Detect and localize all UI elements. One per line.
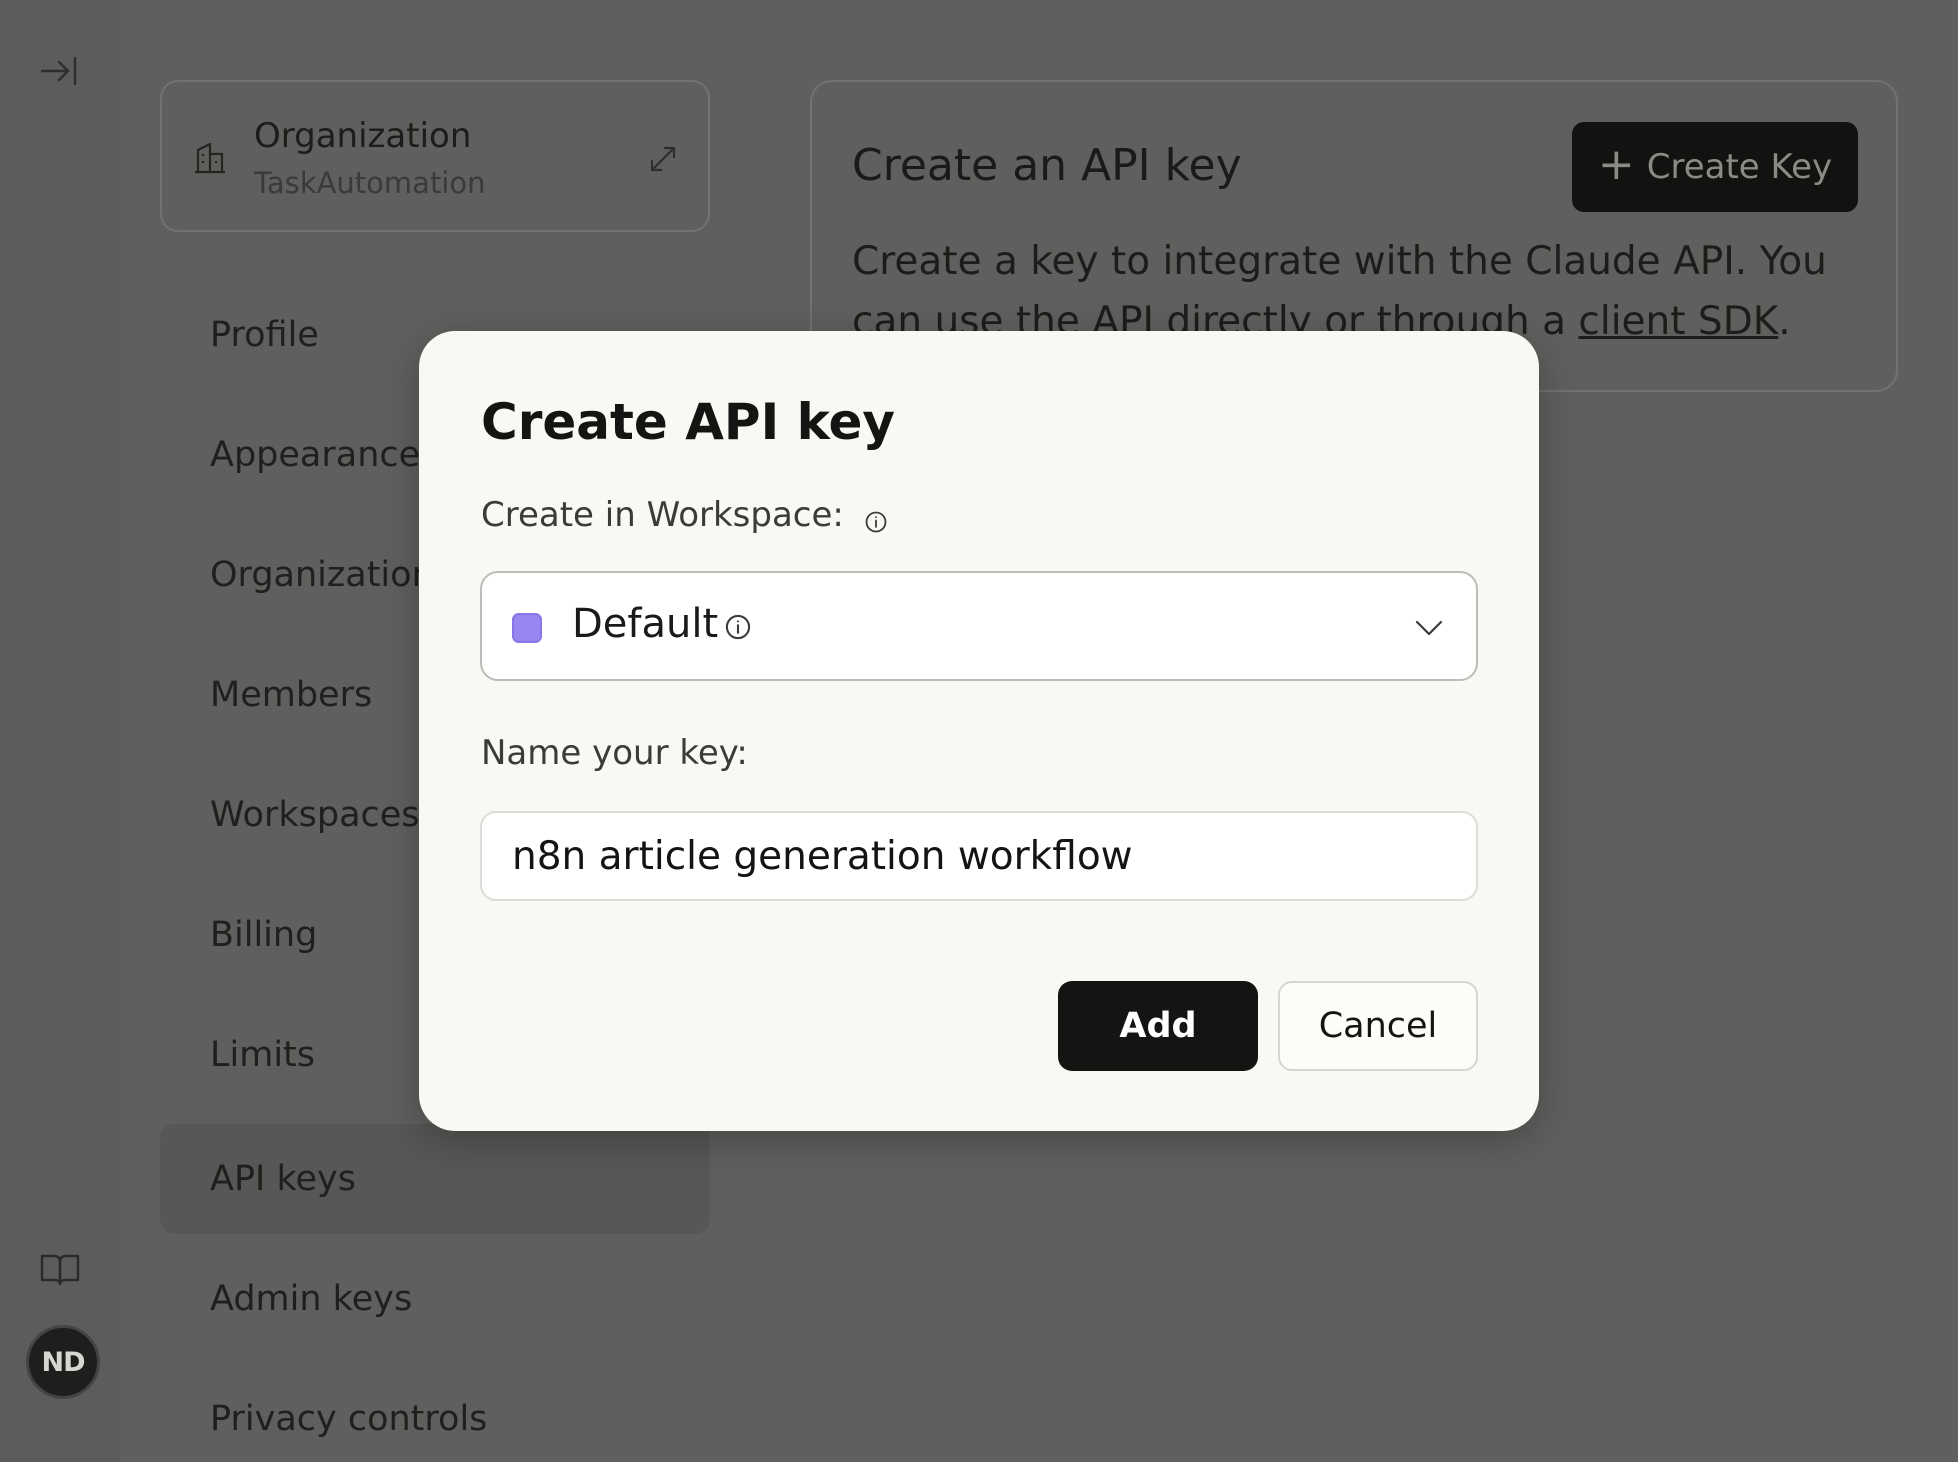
- avatar[interactable]: ND: [26, 1325, 100, 1399]
- create-key-label: Create Key: [1646, 147, 1833, 187]
- card-title: Create an API key: [852, 140, 1242, 191]
- nav-item-admin-keys[interactable]: Admin keys: [160, 1244, 710, 1354]
- name-key-label: Name your key:: [481, 733, 748, 773]
- info-icon[interactable]: [724, 613, 752, 641]
- plus-icon: +: [1597, 139, 1635, 190]
- description-end: .: [1778, 299, 1791, 344]
- expand-icon: [646, 142, 680, 176]
- nav-item-api-keys[interactable]: API keys: [160, 1124, 710, 1234]
- info-icon[interactable]: [864, 503, 888, 533]
- create-api-key-dialog: Create API key Create in Workspace: Defa…: [419, 331, 1539, 1131]
- workspace-select[interactable]: Default: [480, 571, 1478, 681]
- workspace-color-swatch: [512, 613, 542, 643]
- organization-name: TaskAutomation: [254, 166, 486, 200]
- icon-rail: ND: [0, 0, 120, 1462]
- key-name-input[interactable]: [480, 811, 1478, 901]
- workspace-label: Create in Workspace:: [481, 495, 844, 535]
- cancel-button[interactable]: Cancel: [1278, 981, 1478, 1071]
- dialog-title: Create API key: [481, 393, 895, 451]
- book-icon[interactable]: [38, 1250, 82, 1290]
- create-key-button[interactable]: + Create Key: [1572, 122, 1858, 212]
- chevron-down-icon: [1412, 611, 1446, 645]
- building-icon: [192, 140, 228, 176]
- workspace-selected-value: Default: [572, 601, 719, 647]
- nav-item-privacy-controls[interactable]: Privacy controls: [160, 1364, 710, 1462]
- workspace-label-row: Create in Workspace:: [481, 495, 888, 535]
- client-sdk-link[interactable]: client SDK: [1578, 299, 1778, 344]
- collapse-sidebar-icon[interactable]: [38, 50, 80, 92]
- organization-title: Organization: [254, 116, 472, 156]
- organization-switcher[interactable]: Organization TaskAutomation: [160, 80, 710, 232]
- add-button[interactable]: Add: [1058, 981, 1258, 1071]
